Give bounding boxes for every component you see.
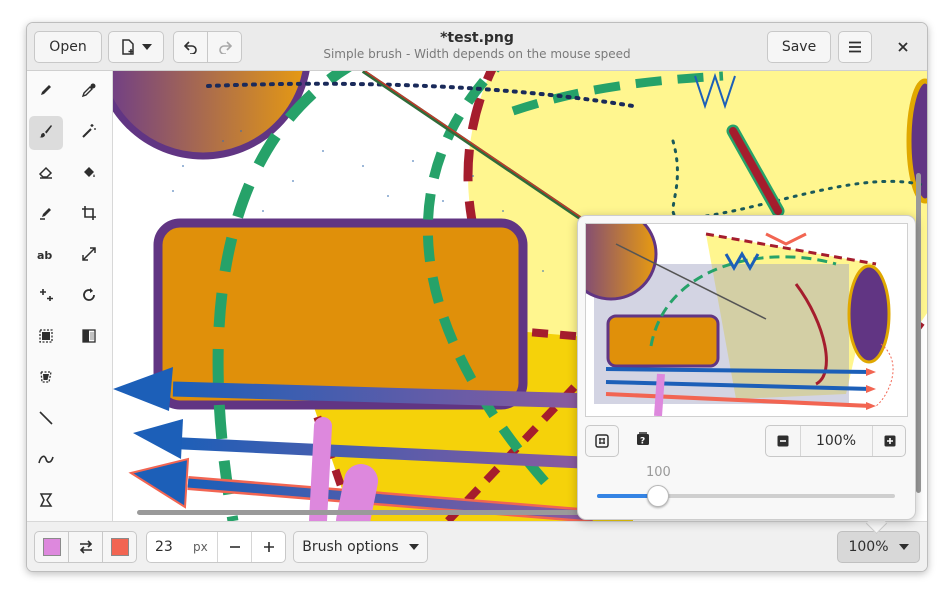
- zoom-slider-knob[interactable]: [646, 485, 669, 507]
- zoom-slider[interactable]: [597, 485, 895, 507]
- zoom-menu-button[interactable]: 100%: [837, 531, 920, 563]
- primary-color-button[interactable]: [34, 531, 69, 563]
- tool-line[interactable]: [29, 403, 63, 437]
- tools-panel: ab: [27, 71, 113, 521]
- tool-text[interactable]: ab: [29, 239, 63, 273]
- hamburger-menu-icon: [848, 41, 862, 53]
- zoom-value[interactable]: 100%: [801, 433, 871, 449]
- minus-icon: [229, 541, 241, 553]
- app-window: Open *test.png Simple brush - Width depe…: [26, 22, 928, 572]
- pencil-icon: [38, 82, 54, 102]
- open-button[interactable]: Open: [34, 31, 102, 63]
- tool-curve[interactable]: [29, 444, 63, 478]
- undo-button[interactable]: [173, 31, 208, 63]
- zoom-spinbutton[interactable]: 100%: [765, 425, 906, 457]
- size-unit: px: [193, 540, 208, 554]
- tool-pencil[interactable]: [29, 75, 63, 109]
- bottom-bar: 23 px Brush options 100%: [27, 521, 927, 571]
- save-button[interactable]: Save: [767, 31, 831, 63]
- tool-rotate[interactable]: [72, 280, 106, 314]
- crop-icon: [81, 205, 97, 225]
- header-bar: Open *test.png Simple brush - Width depe…: [27, 23, 927, 71]
- text-icon: ab: [37, 247, 55, 266]
- tool-scale[interactable]: [72, 239, 106, 273]
- scale-icon: [81, 246, 97, 266]
- tool-rect-select[interactable]: [29, 321, 63, 355]
- zoom-popover: ? 100% 100: [577, 215, 916, 520]
- zoom-out-icon: [777, 435, 789, 447]
- brush-options-label: Brush options: [302, 539, 399, 555]
- magic-wand-icon: [81, 123, 97, 143]
- new-image-menu-button[interactable]: [108, 31, 164, 63]
- horizontal-scrollbar[interactable]: [137, 510, 602, 515]
- vertical-scrollbar[interactable]: [916, 173, 921, 493]
- secondary-color-button[interactable]: [102, 531, 137, 563]
- svg-text:ab: ab: [37, 249, 52, 262]
- tool-filters[interactable]: [72, 321, 106, 355]
- paint-bucket-icon: [81, 164, 97, 184]
- tool-color-picker[interactable]: [72, 75, 106, 109]
- eraser-icon: [38, 164, 54, 184]
- zoom-in-icon: [884, 435, 896, 447]
- filters-icon: [81, 328, 97, 348]
- window-subtitle: Simple brush - Width depends on the mous…: [323, 47, 631, 61]
- size-spinbutton[interactable]: 23 px: [146, 531, 286, 563]
- main-menu-button[interactable]: [838, 31, 872, 63]
- tool-eraser[interactable]: [29, 157, 63, 191]
- undo-icon: [183, 40, 198, 54]
- tool-free-select[interactable]: [29, 362, 63, 396]
- size-value[interactable]: 23: [155, 539, 173, 555]
- image-info-icon: ?: [635, 431, 651, 451]
- zoom-slider-value-label: 100: [646, 465, 671, 480]
- swap-colors-button[interactable]: [68, 531, 103, 563]
- redo-button[interactable]: [207, 31, 242, 63]
- free-shape-icon: [38, 492, 54, 512]
- preview-image: [586, 224, 894, 416]
- window-title-block: *test.png Simple brush - Width depends o…: [277, 29, 677, 62]
- tool-magic-wand[interactable]: [72, 116, 106, 150]
- window-title: *test.png: [440, 30, 514, 46]
- secondary-color-swatch: [110, 538, 129, 556]
- curve-icon: [38, 451, 54, 471]
- image-preview[interactable]: [585, 223, 908, 417]
- save-label: Save: [781, 39, 817, 55]
- size-decrease-button[interactable]: [217, 532, 252, 562]
- zoom-out-button[interactable]: [766, 426, 801, 456]
- chevron-down-icon: [142, 43, 152, 51]
- zoom-optimal-button[interactable]: [585, 425, 619, 457]
- close-window-button[interactable]: [887, 31, 919, 63]
- chevron-down-icon: [408, 543, 419, 551]
- preview-help-button[interactable]: ?: [626, 425, 660, 457]
- plus-icon: [263, 541, 275, 553]
- eyedropper-icon: [81, 82, 97, 102]
- points-icon: [38, 287, 54, 307]
- brush-options-button[interactable]: Brush options: [293, 531, 428, 563]
- close-icon: [897, 38, 909, 57]
- brush-icon: [38, 123, 54, 143]
- size-increase-button[interactable]: [251, 532, 286, 562]
- highlighter-icon: [38, 205, 54, 225]
- swap-arrows-icon: [78, 540, 94, 554]
- rect-select-icon: [38, 328, 54, 348]
- tool-paint-bucket[interactable]: [72, 157, 106, 191]
- line-icon: [38, 410, 54, 430]
- tool-highlighter[interactable]: [29, 198, 63, 232]
- tool-free-shape[interactable]: [29, 485, 63, 519]
- open-label: Open: [49, 39, 87, 55]
- tool-brush[interactable]: [29, 116, 63, 150]
- redo-icon: [218, 40, 232, 54]
- svg-text:?: ?: [640, 437, 645, 447]
- zoom-in-button[interactable]: [872, 426, 907, 456]
- primary-color-swatch: [42, 538, 61, 556]
- zoom-label: 100%: [848, 539, 889, 555]
- free-select-icon: [38, 369, 54, 389]
- zoom-fit-icon: [595, 434, 609, 448]
- new-document-icon: [120, 39, 136, 55]
- chevron-down-icon: [898, 543, 909, 551]
- tool-points[interactable]: [29, 280, 63, 314]
- tool-crop[interactable]: [72, 198, 106, 232]
- rotate-icon: [81, 287, 97, 307]
